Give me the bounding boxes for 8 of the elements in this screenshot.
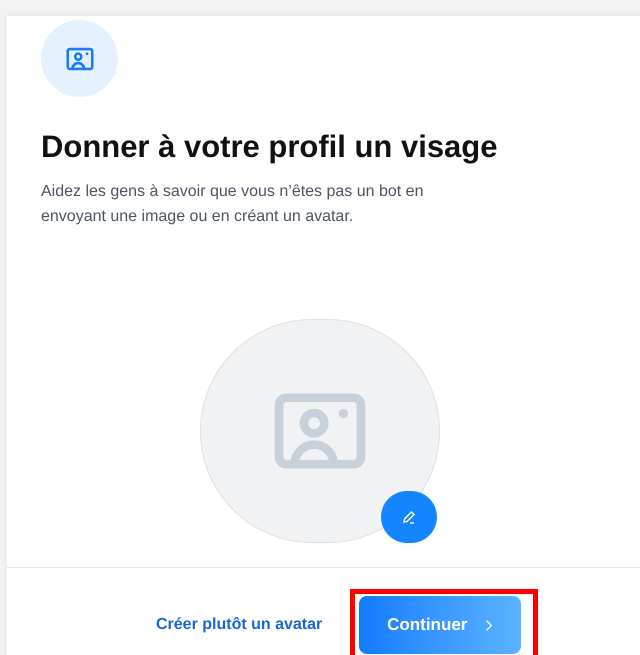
dialog-description: Aidez les gens à savoir que vous n’êtes pas un bot en envoyant une image ou en créant un avatar. <box>41 182 424 227</box>
edit-avatar-button[interactable] <box>381 491 437 543</box>
create-avatar-link[interactable]: Créer plutôt un avatar <box>156 613 322 637</box>
chevron-right-icon <box>485 618 494 632</box>
photo-portrait-icon <box>66 46 94 70</box>
continue-button[interactable]: Continuer <box>359 596 522 654</box>
pencil-icon <box>401 509 417 525</box>
dialog-title: Donner à votre profil un visage <box>41 128 498 166</box>
